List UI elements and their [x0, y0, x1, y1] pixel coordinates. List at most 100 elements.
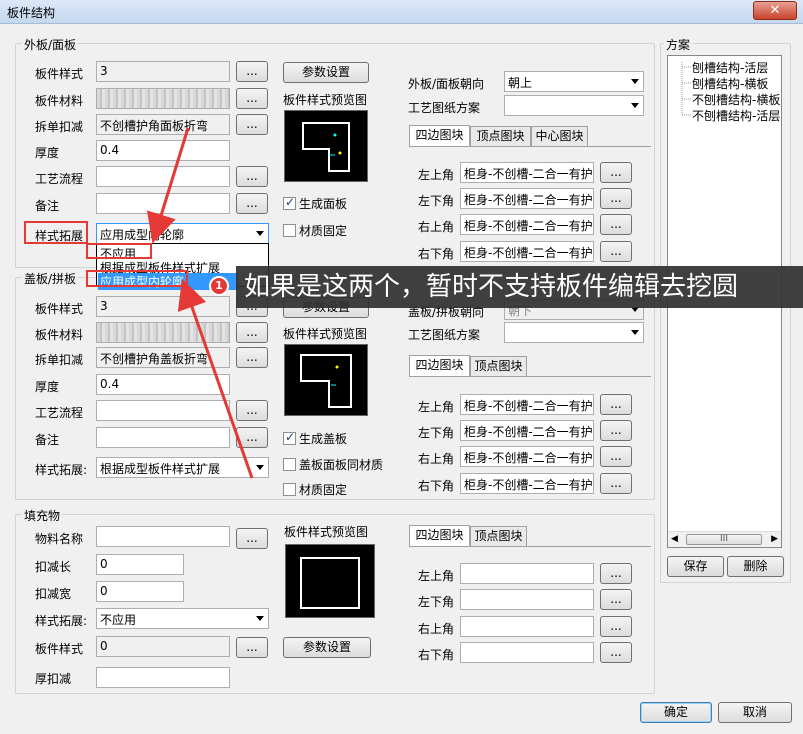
outer-tab-center[interactable]: 中心图块 — [531, 126, 588, 146]
scroll-right-icon[interactable]: ▶ — [771, 534, 778, 544]
filler-corner-field-1[interactable] — [460, 589, 594, 610]
cover-corner-field-2[interactable]: 柜身-不创槽-二合一有护 — [460, 446, 594, 467]
close-button[interactable]: ✕ — [753, 1, 797, 20]
outer-process-input[interactable] — [96, 166, 230, 187]
filler-corner-field-3[interactable] — [460, 642, 594, 663]
cover-process-label: 工艺流程 — [35, 406, 84, 420]
filler-width-input[interactable]: 0 — [96, 581, 184, 602]
outer-corner-field-2[interactable]: 柜身-不创槽-二合一有护 — [460, 214, 594, 235]
cover-tab-edges[interactable]: 四边图块 — [409, 355, 470, 376]
outer-deduct-field[interactable]: 不创槽护角面板折弯 — [96, 114, 230, 135]
filler-thick-input[interactable] — [96, 667, 230, 688]
cover-corner-browse-1[interactable]: ... — [600, 420, 632, 441]
cover-generate-checkbox[interactable]: 生成盖板 — [283, 430, 347, 447]
outer-generate-checkbox[interactable]: 生成面板 — [283, 195, 347, 212]
cover-expand-select[interactable]: 根据成型板件样式扩展 — [96, 457, 269, 478]
outer-direction-label: 外板/面板朝向 — [408, 77, 485, 91]
cover-tab-vertex[interactable]: 顶点图块 — [470, 356, 527, 376]
cover-deduct-browse-button[interactable]: ... — [236, 347, 268, 368]
filler-thick-label: 厚扣减 — [35, 672, 72, 686]
filler-corner-label-2: 右上角 — [418, 622, 455, 636]
cover-thickness-label: 厚度 — [35, 380, 60, 394]
outer-deduct-label: 拆单扣减 — [35, 120, 84, 134]
filler-corner-browse-0[interactable]: ... — [600, 563, 632, 584]
scheme-item-2[interactable]: 不刨槽结构-横板 — [692, 91, 780, 108]
cover-expand-value: 根据成型板件样式扩展 — [100, 462, 221, 476]
cover-drawing-select[interactable] — [504, 322, 644, 343]
filler-param-button[interactable]: 参数设置 — [283, 637, 371, 658]
outer-note-input[interactable] — [96, 193, 230, 214]
outer-corner-field-1[interactable]: 柜身-不创槽-二合一有护 — [460, 188, 594, 209]
cover-corner-browse-0[interactable]: ... — [600, 394, 632, 415]
cover-tab-divider — [409, 376, 651, 377]
cover-same-material-checkbox[interactable]: 盖板面板同材质 — [283, 456, 383, 473]
cover-note-browse-button[interactable]: ... — [236, 427, 268, 448]
filler-name-browse-button[interactable]: ... — [236, 528, 268, 549]
cover-corner-browse-2[interactable]: ... — [600, 446, 632, 467]
checkbox-checked-icon — [283, 195, 296, 210]
outer-material-fixed-checkbox[interactable]: 材质固定 — [283, 222, 347, 239]
filler-style-field[interactable]: 0 — [96, 636, 230, 657]
cover-process-input[interactable] — [96, 400, 230, 421]
outer-corner-field-3[interactable]: 柜身-不创槽-二合一有护 — [460, 241, 594, 262]
outer-process-browse-button[interactable]: ... — [236, 166, 268, 187]
outer-drawing-select[interactable] — [504, 95, 644, 116]
cover-preview-drawing — [300, 354, 352, 408]
outer-corner-field-0[interactable]: 柜身-不创槽-二合一有护 — [460, 162, 594, 183]
filler-name-input[interactable] — [96, 526, 230, 547]
filler-corner-browse-2[interactable]: ... — [600, 616, 632, 637]
cover-deduct-field[interactable]: 不创槽护角盖板折弯 — [96, 347, 230, 368]
outer-corner-browse-0[interactable]: ... — [600, 162, 632, 183]
outer-corner-browse-1[interactable]: ... — [600, 188, 632, 209]
outer-corner-browse-3[interactable]: ... — [600, 241, 632, 262]
filler-style-label: 板件样式 — [35, 642, 84, 656]
cover-style-field[interactable]: 3 — [96, 296, 230, 317]
outer-corner-browse-2[interactable]: ... — [600, 214, 632, 235]
cover-material-browse-button[interactable]: ... — [236, 322, 268, 343]
outer-tab-edges[interactable]: 四边图块 — [409, 125, 470, 146]
cover-preview-image — [284, 344, 368, 416]
cover-corner-field-3[interactable]: 柜身-不创槽-二合一有护 — [460, 473, 594, 494]
scheme-horizontal-scrollbar[interactable]: ◀ III ▶ — [668, 531, 781, 547]
cover-thickness-input[interactable]: 0.4 — [96, 374, 230, 395]
filler-corner-field-2[interactable] — [460, 616, 594, 637]
filler-corner-field-0[interactable] — [460, 563, 594, 584]
cover-note-input[interactable] — [96, 427, 230, 448]
scroll-left-icon[interactable]: ◀ — [671, 534, 678, 544]
outer-note-browse-button[interactable]: ... — [236, 193, 268, 214]
filler-corner-browse-1[interactable]: ... — [600, 589, 632, 610]
cover-material-fixed-checkbox[interactable]: 材质固定 — [283, 481, 347, 498]
outer-preview-drawing — [302, 122, 350, 172]
checkbox-icon — [283, 224, 296, 237]
filler-tab-edges[interactable]: 四边图块 — [409, 525, 470, 546]
filler-expand-select[interactable]: 不应用 — [96, 608, 269, 629]
scheme-item-1[interactable]: 刨槽结构-横板 — [692, 75, 768, 92]
filler-corner-label-1: 左下角 — [418, 595, 455, 609]
cover-corner-field-1[interactable]: 柜身-不创槽-二合一有护 — [460, 420, 594, 441]
outer-thickness-label: 厚度 — [35, 146, 60, 160]
scheme-item-3[interactable]: 不刨槽结构-活层 — [692, 107, 780, 124]
filler-tab-vertex[interactable]: 顶点图块 — [470, 526, 527, 546]
outer-material-browse-button[interactable]: ... — [236, 88, 268, 109]
cover-corner-field-0[interactable]: 柜身-不创槽-二合一有护 — [460, 394, 594, 415]
filler-len-input[interactable]: 0 — [96, 554, 184, 575]
outer-material-fixed-label: 材质固定 — [299, 224, 348, 238]
outer-style-field[interactable]: 3 — [96, 61, 230, 82]
scrollbar-thumb[interactable]: III — [686, 534, 762, 545]
filler-style-browse-button[interactable]: ... — [236, 637, 268, 658]
cancel-button[interactable]: 取消 — [718, 702, 792, 723]
outer-expand-select[interactable]: 应用成型内轮廓 — [96, 223, 269, 244]
outer-tab-vertex[interactable]: 顶点图块 — [470, 126, 531, 146]
cover-process-browse-button[interactable]: ... — [236, 400, 268, 421]
outer-style-browse-button[interactable]: ... — [236, 61, 268, 82]
scheme-item-0[interactable]: 刨槽结构-活层 — [692, 59, 768, 76]
outer-thickness-input[interactable]: 0.4 — [96, 140, 230, 161]
outer-deduct-browse-button[interactable]: ... — [236, 114, 268, 135]
outer-direction-select[interactable]: 朝上 — [504, 71, 644, 92]
cover-corner-browse-3[interactable]: ... — [600, 473, 632, 494]
filler-corner-browse-3[interactable]: ... — [600, 642, 632, 663]
ok-button[interactable]: 确定 — [640, 702, 712, 723]
outer-param-button[interactable]: 参数设置 — [283, 62, 369, 83]
scheme-save-button[interactable]: 保存 — [667, 556, 724, 577]
scheme-delete-button[interactable]: 删除 — [727, 556, 784, 577]
